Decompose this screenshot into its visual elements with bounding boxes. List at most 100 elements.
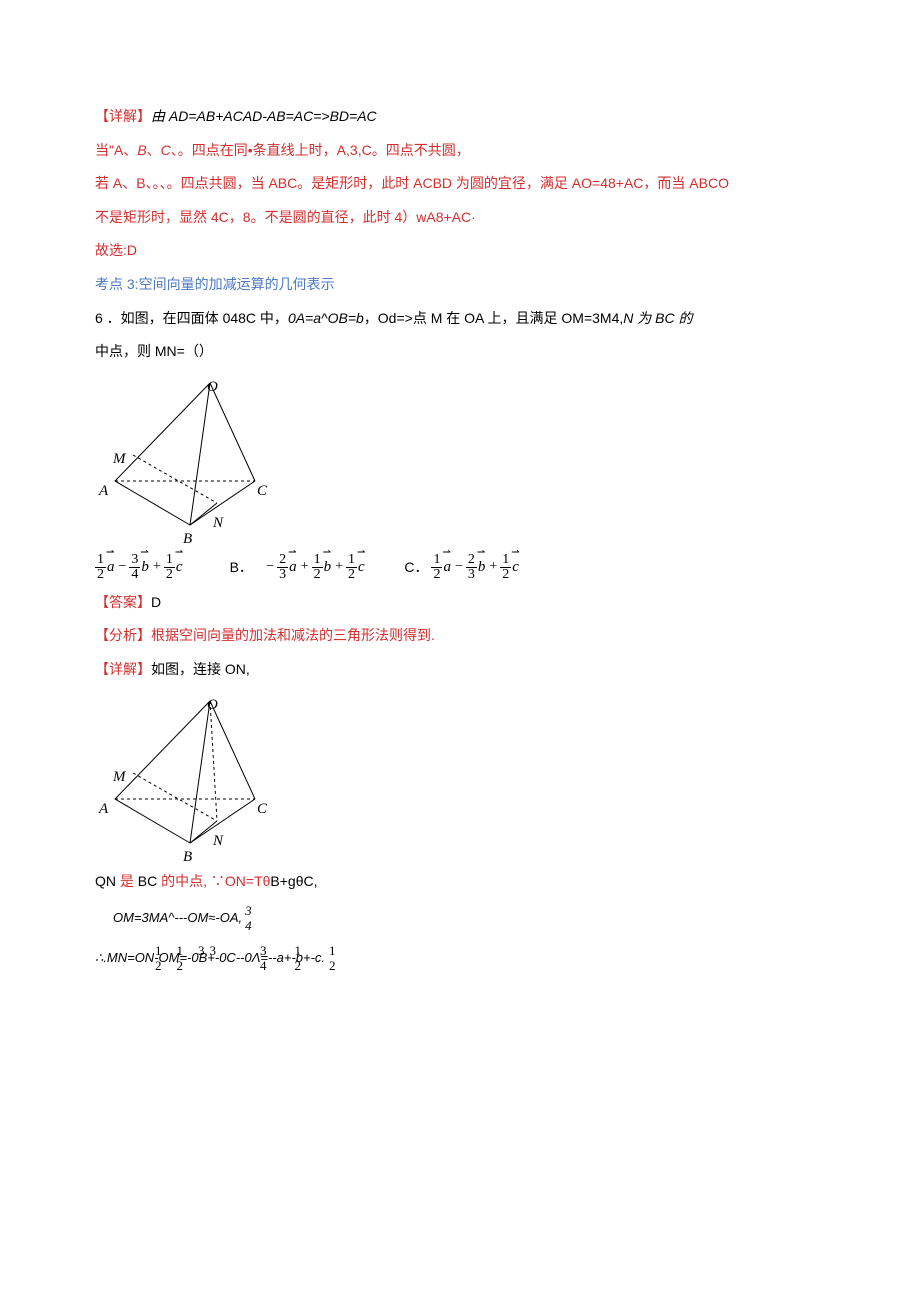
mnr2t: 1 bbox=[295, 944, 302, 958]
om-frac: 34 bbox=[245, 904, 252, 932]
om-t: 3 bbox=[245, 904, 252, 918]
optB-neg: − bbox=[263, 559, 277, 576]
oC3n: 1 bbox=[500, 553, 511, 567]
optC-vec-b: b bbox=[477, 558, 487, 576]
om-b: 4 bbox=[245, 918, 252, 932]
detail2-label: 【详解】 bbox=[95, 661, 151, 677]
fig1-label-O: O bbox=[207, 369, 218, 405]
mnf4t: 3 bbox=[210, 944, 217, 958]
oA3d: 2 bbox=[164, 567, 175, 582]
mnf2b: 2 bbox=[177, 958, 184, 972]
mn-line: ∴.MN=ON-OM=-0B+-0C--0Λ=--a+-b+-c. 12 12 … bbox=[95, 938, 825, 978]
oA3n: 1 bbox=[164, 553, 175, 567]
om-text: OM=3MA^---OM≈-OA, bbox=[113, 910, 242, 926]
answer-line: 【答案】D bbox=[95, 586, 825, 620]
fig1-label-N: N bbox=[213, 505, 223, 541]
d2e: 、。四点在同•条直线上时，A,3,C。四点不共圆， bbox=[171, 142, 470, 158]
fig2-label-M: M bbox=[113, 759, 126, 795]
mnf2t: 1 bbox=[177, 944, 184, 958]
fig2-label-O: O bbox=[207, 687, 218, 723]
mn-mid-fracs: 12 12 33 33 bbox=[27, 944, 217, 972]
answer-value: D bbox=[151, 594, 161, 610]
optC-minus: − bbox=[452, 559, 466, 576]
mnf3: 33 bbox=[198, 944, 205, 972]
optA-frac2: 34 bbox=[129, 553, 140, 582]
fig2-label-A: A bbox=[99, 791, 108, 827]
oA2d: 4 bbox=[129, 567, 140, 582]
oB1d: 3 bbox=[277, 567, 288, 582]
d2b: B bbox=[137, 142, 146, 158]
detail-label: 【详解】 bbox=[95, 108, 151, 124]
oC1d: 2 bbox=[431, 567, 442, 582]
detail-line-4: 不是矩形时，显然 4C，8。不是圆的直径，此时 4）wA8+AC· bbox=[95, 201, 825, 235]
q6-stem-line1: 6 ．如图，在四面体 048C 中，0A=a^OB=b，Od=>点 M 在 OA… bbox=[95, 302, 825, 336]
optB-plus1: + bbox=[298, 559, 312, 576]
fig2-label-B: B bbox=[183, 839, 192, 875]
oB1n: 2 bbox=[277, 553, 288, 567]
optA-frac1: 12 bbox=[95, 553, 106, 582]
optA-vec-a: a bbox=[106, 558, 116, 576]
oA2n: 3 bbox=[129, 553, 140, 567]
detail-line-2: 当"A、B、C、。四点在同•条直线上时，A,3,C。四点不共圆， bbox=[95, 134, 825, 168]
detail-line-3: 若 A、B、。、。四点共圆，当 ABC。是矩形时，此时 ACBD 为圆的宜径，满… bbox=[95, 167, 825, 201]
optB-frac3: 12 bbox=[346, 553, 357, 582]
d2a: 当"A、 bbox=[95, 142, 137, 158]
oC1n: 1 bbox=[431, 553, 442, 567]
optA-vec-c: c bbox=[175, 558, 184, 576]
oA1n: 1 bbox=[95, 553, 106, 567]
detail2-line: 【详解】如图，连接 ON, bbox=[95, 653, 825, 687]
optC-vec-a: a bbox=[442, 558, 452, 576]
q6-num: 6 bbox=[95, 310, 103, 326]
q6-stem-c: ，Od=>点 M 在 OA 上，且满足 OM=3M4, bbox=[364, 310, 623, 326]
detail-line-1: 【详解】由 AD=AB+ACAD-AB=AC=>BD=AC bbox=[95, 100, 825, 134]
q6-stem-a: ．如图，在四面体 048C 中， bbox=[103, 310, 288, 326]
choice-line: 故选:D bbox=[95, 234, 825, 268]
optA-minus: − bbox=[116, 559, 130, 576]
document-page: 【详解】由 AD=AB+ACAD-AB=AC=>BD=AC 当"A、B、C、。四… bbox=[0, 0, 920, 1301]
fig2-label-C: C bbox=[257, 791, 267, 827]
mnr3t: 1 bbox=[329, 944, 336, 958]
mnr1b: 4 bbox=[260, 958, 267, 972]
q6-stem-line2: 中点，则 MN=（） bbox=[95, 335, 825, 369]
qn-a: QN bbox=[95, 873, 120, 889]
fig1-label-A: A bbox=[99, 473, 108, 509]
mnf1: 12 bbox=[155, 944, 162, 972]
mnr2: 12 bbox=[295, 944, 302, 972]
q6-stem-b: 0A=a^OB=b bbox=[288, 310, 364, 326]
oB2d: 2 bbox=[312, 567, 323, 582]
optC-vec-c: c bbox=[511, 558, 520, 576]
mnr3b: 2 bbox=[329, 958, 336, 972]
options-row: 12a−34b+12c B．−23a+12b+12c C．12a−23b+12c bbox=[95, 547, 825, 586]
oB3n: 1 bbox=[346, 553, 357, 567]
oB3d: 2 bbox=[346, 567, 357, 582]
optA-plus: + bbox=[150, 559, 164, 576]
optB-plus2: + bbox=[332, 559, 346, 576]
optB-frac1: 23 bbox=[277, 553, 288, 582]
qn-c: BC bbox=[134, 873, 161, 889]
fig2-label-N: N bbox=[213, 823, 223, 859]
mnf1t: 1 bbox=[155, 944, 162, 958]
optC-plus: + bbox=[486, 559, 500, 576]
fig1-label-C: C bbox=[257, 473, 267, 509]
d2c: 、 bbox=[147, 142, 161, 158]
oC2d: 3 bbox=[466, 567, 477, 582]
analysis-text: 根据空间向量的加法和减法的三角形法则得到. bbox=[151, 627, 435, 643]
optB-vec-c: c bbox=[357, 558, 366, 576]
d2d: C bbox=[161, 142, 171, 158]
optC-frac1: 12 bbox=[431, 553, 442, 582]
mnr2b: 2 bbox=[295, 958, 302, 972]
oC2n: 2 bbox=[466, 553, 477, 567]
optA-vec-b: b bbox=[140, 558, 150, 576]
analysis-line: 【分析】根据空间向量的加法和减法的三角形法则得到. bbox=[95, 619, 825, 653]
optB-label: B． bbox=[219, 559, 263, 576]
mnr3: 12 bbox=[329, 944, 336, 972]
mnf4: 33 bbox=[210, 944, 217, 972]
optC-label: C． bbox=[401, 559, 431, 576]
analysis-label: 【分析】 bbox=[95, 627, 151, 643]
detail-1-text: 由 AD=AB+ACAD-AB=AC=>BD=AC bbox=[151, 108, 377, 124]
mnr1t: 3 bbox=[260, 944, 267, 958]
topic-heading: 考点 3:空间向量的加减运算的几何表示 bbox=[95, 268, 825, 302]
mnf2: 12 bbox=[177, 944, 184, 972]
optB-vec-a: a bbox=[288, 558, 298, 576]
mn-right-fracs: 34 12 12 bbox=[259, 944, 337, 972]
